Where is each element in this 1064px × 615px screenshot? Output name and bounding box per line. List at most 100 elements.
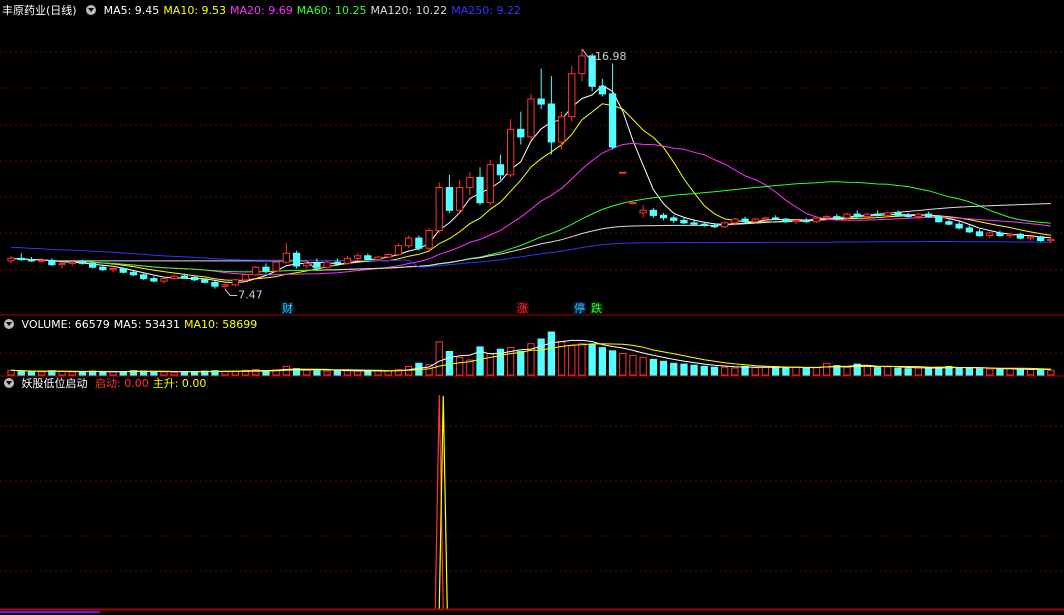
candle-body [27, 259, 36, 262]
collapse-icon[interactable] [4, 319, 14, 329]
candle-body [608, 93, 617, 148]
volume-bar [384, 370, 392, 376]
candle-body [58, 262, 66, 266]
volume-bar [914, 367, 923, 376]
candle-body [150, 278, 158, 282]
volume-bar [670, 362, 678, 376]
indicator-legend: 启动: 0.00 主升: 0.00 [95, 377, 210, 390]
indicator-legend-item: 启动: 0.00 [95, 377, 149, 390]
volume-bar [588, 344, 596, 376]
candle-body [333, 261, 342, 264]
volume-bar [924, 367, 933, 376]
candle-body [731, 218, 739, 224]
stock-title: 丰原药业(日线) [2, 4, 77, 17]
candle-body [119, 268, 127, 273]
candle-body [792, 219, 800, 223]
candle-body [649, 209, 658, 216]
candle-body [721, 222, 729, 228]
volume-bar [109, 371, 117, 376]
candle-body [863, 213, 872, 218]
candle-body [1006, 233, 1014, 237]
candle-body [1016, 233, 1025, 239]
collapse-icon[interactable] [4, 378, 14, 388]
candle-body [833, 216, 841, 219]
candle-body [741, 218, 749, 223]
volume-bar [772, 366, 780, 376]
ma-legend-item: MA120: 10.22 [370, 4, 448, 17]
candle-body [884, 212, 892, 216]
volume-legend-item: MA10: 58699 [183, 318, 258, 331]
candle-body [557, 116, 566, 143]
candle-body [272, 261, 280, 272]
volume-bar [7, 369, 15, 376]
candle-body [975, 231, 984, 237]
candle-body [456, 187, 464, 211]
candle-body [537, 98, 545, 105]
volume-bar [792, 366, 800, 376]
candle-body [129, 271, 138, 276]
candle-body [7, 257, 15, 262]
stock-chart[interactable]: 16.98 7.47 [0, 0, 1064, 615]
volume-bar [435, 341, 443, 376]
volume-bar [710, 366, 719, 376]
candle-body [89, 262, 97, 268]
candle-body [252, 266, 260, 276]
candle-body [445, 187, 454, 211]
volume-bar [598, 347, 607, 376]
candle-body [527, 98, 535, 138]
candle-body [262, 266, 270, 272]
indicator-header: 妖股低位启动 启动: 0.00 主升: 0.00 [2, 377, 214, 391]
candle-body [700, 223, 708, 226]
candle-body [690, 222, 698, 225]
candle-body [415, 237, 423, 249]
candle-body [140, 274, 148, 280]
candle-body [435, 187, 443, 231]
volume-bar [649, 358, 658, 376]
ma-legend: MA5: 9.45 MA10: 9.53 MA20: 9.69 MA60: 10.25… [104, 4, 525, 17]
candle-body [109, 268, 117, 271]
candle-body [802, 219, 810, 223]
volume-bar [160, 371, 168, 376]
volume-bar [333, 369, 342, 376]
candle-body [945, 221, 953, 225]
candle-body [547, 103, 556, 143]
candle-body [48, 259, 56, 266]
candle-body [486, 164, 494, 204]
volume-bar [863, 365, 872, 376]
event-marker[interactable]: 跌 [590, 302, 603, 315]
volume-bar [456, 356, 464, 376]
volume-bar [1016, 368, 1025, 376]
candle-body [303, 262, 311, 267]
candle-body [496, 164, 505, 176]
ma-legend-item: MA20: 9.69 [230, 4, 293, 17]
event-marker[interactable]: 停 [573, 302, 586, 315]
volume-legend-item: MA5: 53431 [113, 318, 180, 331]
candle-body [772, 217, 780, 220]
volume-bar [38, 371, 46, 376]
volume-bar [17, 370, 25, 376]
volume-bar [690, 364, 698, 376]
candle-body [476, 176, 484, 204]
candle-body [466, 176, 474, 188]
candle-body [670, 217, 678, 221]
volume-bar [364, 371, 372, 376]
collapse-icon[interactable] [86, 5, 97, 15]
qidong-spike [434, 394, 444, 610]
candle-body [190, 276, 199, 281]
volume-bar [823, 362, 831, 376]
volume-header: VOLUME: 66579 MA5: 53431 MA10: 58699 [2, 318, 265, 332]
candle-body [180, 275, 188, 278]
volume-bar [802, 367, 810, 376]
candle-body [507, 128, 515, 176]
volume-bar [1037, 369, 1045, 376]
candle-body [578, 55, 586, 75]
volume-bar [619, 353, 627, 376]
volume-bar [68, 371, 76, 376]
event-marker[interactable]: 涨 [516, 302, 529, 315]
event-marker[interactable]: 财 [281, 302, 294, 315]
volume-bar [884, 366, 892, 376]
candle-body [292, 252, 301, 267]
candle-body [986, 232, 994, 236]
volume-bar [303, 369, 311, 376]
volume-legend-item: VOLUME: 66579 [21, 318, 110, 331]
